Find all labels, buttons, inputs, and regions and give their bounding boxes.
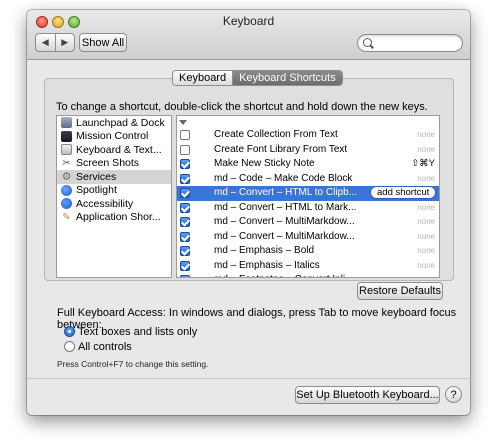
shortcut-row[interactable]: md – Convert – HTML to Clipb... add short… — [177, 186, 439, 201]
shortcut-checkbox[interactable] — [180, 130, 190, 140]
category-item[interactable]: ⚙ Services — [57, 170, 171, 184]
shortcut-row[interactable]: md – Footnotes – Convert Inli... none — [177, 273, 439, 277]
category-item[interactable]: ✂ Screen Shots — [57, 157, 171, 171]
category-label: Screen Shots — [76, 157, 140, 170]
category-label: Spotlight — [76, 184, 117, 197]
category-label: Mission Control — [76, 130, 149, 143]
search-icon — [363, 38, 372, 47]
category-item[interactable]: Spotlight — [57, 184, 171, 198]
shortcut-checkbox[interactable] — [180, 144, 190, 155]
category-item[interactable]: Launchpad & Dock — [57, 116, 171, 130]
restore-defaults-button[interactable]: Restore Defaults — [357, 282, 443, 300]
category-label: Launchpad & Dock — [76, 116, 165, 129]
mission-control-icon — [61, 130, 72, 142]
screenshot-icon: ✂ — [62, 157, 71, 169]
shortcut-name: md – Convert – MultiMarkdow... — [214, 216, 355, 227]
category-label: Accessibility — [76, 197, 134, 210]
accessibility-icon — [61, 198, 72, 210]
shortcut-key[interactable]: none — [417, 275, 435, 277]
shortcut-checkbox[interactable] — [180, 246, 190, 256]
shortcut-key[interactable]: none — [417, 145, 435, 154]
shortcut-name: md – Code – Make Code Block — [214, 172, 353, 184]
radio-all-controls[interactable]: All controls — [64, 340, 132, 353]
chevron-right-icon: ▶ — [61, 37, 69, 47]
app-shortcuts-icon: ✎ — [62, 211, 71, 223]
add-shortcut-button[interactable]: add shortcut — [370, 186, 437, 199]
shortcut-key[interactable]: ⇧⌘Y — [411, 158, 435, 169]
shortcut-key[interactable]: none — [417, 174, 435, 183]
shortcut-checkbox[interactable] — [180, 217, 190, 227]
help-button[interactable]: ? — [445, 386, 462, 403]
hint-text: Press Control+F7 to change this setting. — [57, 359, 209, 369]
shortcut-name: Create Font Library From Text — [214, 143, 348, 155]
shortcut-name: md – Emphasis – Bold — [214, 245, 315, 256]
shortcut-row[interactable]: Make New Sticky Note ⇧⌘Y — [177, 157, 439, 172]
navigation-buttons: ◀ ▶ — [35, 33, 75, 52]
category-item[interactable]: Mission Control — [57, 130, 171, 144]
shortcut-name: md – Emphasis – Italics — [214, 259, 320, 271]
shortcut-key[interactable]: none — [417, 217, 435, 226]
title-bar: Keyboard ◀ ▶ Show All — [27, 10, 470, 60]
show-all-button[interactable]: Show All — [79, 33, 127, 52]
shortcut-row[interactable]: md – Convert – HTML to Mark... none — [177, 201, 439, 216]
radio-label: All controls — [78, 340, 132, 353]
shortcut-key[interactable]: none — [417, 232, 435, 241]
search-field[interactable] — [357, 34, 463, 52]
launchpad-icon — [61, 117, 72, 129]
tab-bar: Keyboard Keyboard Shortcuts — [172, 70, 343, 86]
category-label: Application Shor... — [76, 211, 161, 224]
category-item[interactable]: ✎ Application Shor... — [57, 211, 171, 225]
window-title: Keyboard — [222, 14, 275, 28]
back-button[interactable]: ◀ — [36, 34, 55, 51]
category-item[interactable]: Accessibility — [57, 197, 171, 211]
shortcut-checkbox[interactable] — [180, 231, 190, 242]
shortcut-row[interactable]: Create Collection From Text none — [177, 128, 439, 143]
shortcut-key[interactable]: none — [417, 261, 435, 270]
group-expander[interactable] — [177, 116, 439, 128]
category-label: Services — [76, 170, 117, 183]
shortcut-key[interactable]: none — [417, 203, 435, 212]
shortcut-row[interactable]: md – Convert – MultiMarkdow... none — [177, 215, 439, 230]
shortcut-name: Create Collection From Text — [214, 129, 338, 140]
bluetooth-keyboard-button[interactable]: Set Up Bluetooth Keyboard... — [295, 386, 440, 404]
shortcut-name: Make New Sticky Note — [214, 158, 315, 169]
radio-button[interactable] — [64, 326, 75, 337]
divider — [27, 378, 470, 379]
shortcut-row[interactable]: md – Emphasis – Bold none — [177, 244, 439, 259]
shortcut-name: md – Convert – HTML to Clipb... — [214, 187, 358, 198]
shortcut-checkbox[interactable] — [180, 159, 190, 169]
shortcut-checkbox[interactable] — [180, 260, 190, 271]
radio-button[interactable] — [64, 341, 75, 352]
shortcut-name: md – Footnotes – Convert Inli... — [214, 274, 354, 277]
tab-keyboard-shortcuts[interactable]: Keyboard Shortcuts — [232, 71, 342, 85]
shortcut-name: md – Convert – MultiMarkdow... — [214, 230, 355, 242]
shortcut-row[interactable]: md – Code – Make Code Block none — [177, 172, 439, 187]
chevron-left-icon: ◀ — [41, 37, 49, 47]
shortcut-checkbox[interactable] — [180, 173, 190, 184]
keyboard-icon — [61, 144, 72, 156]
spotlight-icon — [61, 184, 72, 196]
instruction-text: To change a shortcut, double-click the s… — [56, 101, 428, 113]
radio-text-boxes[interactable]: Text boxes and lists only — [64, 325, 197, 338]
shortcut-list[interactable]: Create Collection From Text none Create Fo… — [176, 115, 440, 278]
category-list[interactable]: Launchpad & Dock Mission Control Keyboard … — [56, 115, 172, 278]
gear-icon: ⚙ — [61, 171, 72, 184]
shortcut-key[interactable]: none — [417, 246, 435, 255]
shortcut-row[interactable]: md – Emphasis – Italics none — [177, 259, 439, 274]
category-item[interactable]: Keyboard & Text... — [57, 143, 171, 157]
shortcut-checkbox[interactable] — [180, 202, 190, 213]
shortcut-checkbox[interactable] — [180, 188, 190, 198]
shortcut-checkbox[interactable] — [180, 275, 190, 277]
forward-button[interactable]: ▶ — [54, 34, 75, 51]
shortcut-name: md – Convert – HTML to Mark... — [214, 201, 357, 213]
disclosure-triangle-icon[interactable] — [179, 119, 187, 125]
keyboard-window: Keyboard ◀ ▶ Show All Keyboard Keyboard S… — [27, 10, 470, 415]
category-label: Keyboard & Text... — [76, 143, 162, 156]
shortcut-key[interactable]: none — [417, 130, 435, 139]
shortcut-row[interactable]: Create Font Library From Text none — [177, 143, 439, 158]
shortcut-row[interactable]: md – Convert – MultiMarkdow... none — [177, 230, 439, 245]
radio-label: Text boxes and lists only — [78, 325, 198, 338]
tab-keyboard[interactable]: Keyboard — [173, 71, 233, 85]
